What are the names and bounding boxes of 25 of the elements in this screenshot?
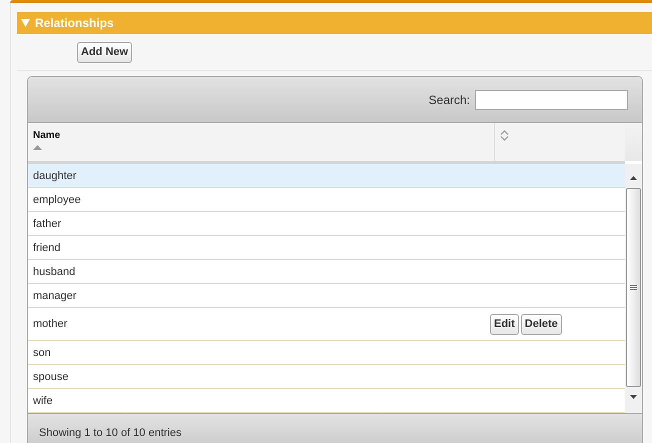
section-title: Relationships	[35, 16, 114, 30]
action-button[interactable]: Delete	[520, 314, 562, 334]
name-cell-text: spouse	[33, 370, 70, 382]
grip-icon	[630, 285, 637, 290]
sort-ascending-icon[interactable]	[33, 145, 42, 150]
name-cell-text: manager	[33, 290, 78, 302]
scroll-up-icon[interactable]	[630, 176, 637, 180]
name-cell-text: employee	[33, 194, 82, 206]
entries-info: Showing 1 to 10 of 10 entries	[39, 426, 182, 438]
search-label: Search:	[428, 92, 470, 106]
name-cell-text: husband	[33, 266, 76, 278]
search-field[interactable]	[475, 90, 628, 110]
column-title: Name	[33, 130, 60, 141]
add-new-button[interactable]: Add New	[77, 42, 132, 62]
scroll-down-icon[interactable]	[630, 395, 637, 399]
name-cell-text: friend	[33, 242, 62, 254]
name-cell-text: mother	[33, 318, 68, 330]
table-row[interactable]: daughter	[28, 164, 625, 188]
name-cell-text: father	[33, 218, 62, 230]
sort-icon[interactable]	[500, 130, 509, 141]
action-button[interactable]: Edit	[490, 314, 519, 334]
collapse-triangle-icon[interactable]	[21, 19, 30, 27]
name-cell-text: daughter	[33, 170, 78, 182]
name-cell-text: wife	[33, 394, 54, 406]
name-cell-text: son	[33, 346, 52, 358]
